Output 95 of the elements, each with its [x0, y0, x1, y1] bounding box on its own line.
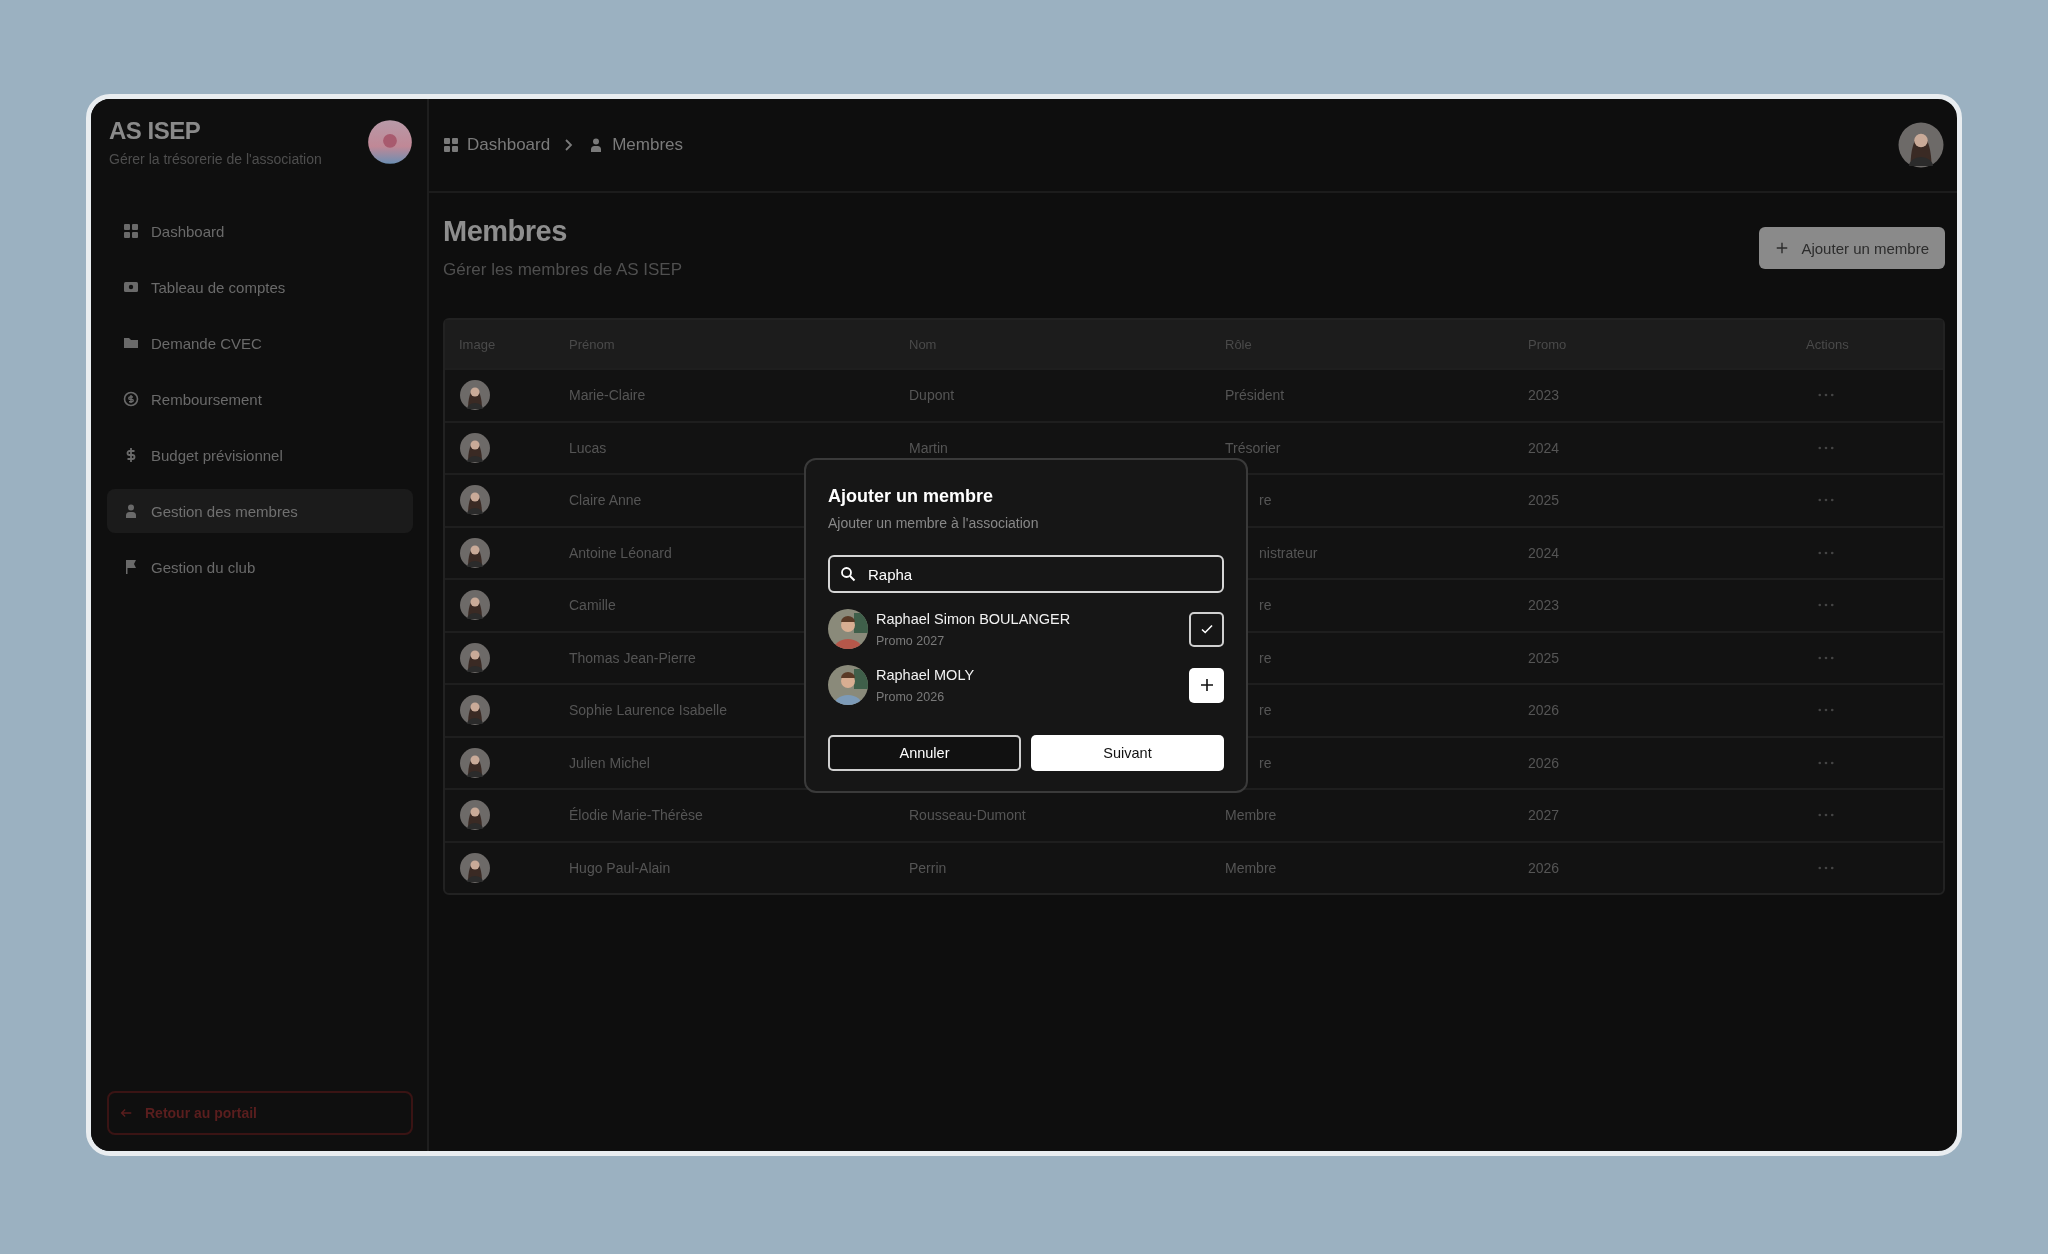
table-cell-text: re — [1258, 597, 1272, 614]
more-icon[interactable] — [1818, 550, 1834, 555]
avatar-icon — [1897, 121, 1945, 169]
more-icon[interactable] — [1818, 498, 1834, 503]
table-cell: Membre — [1225, 859, 1277, 876]
table-cell: Claire Anne — [569, 492, 642, 509]
table-cell-text: re — [1258, 754, 1272, 771]
sidebar-item[interactable]: Demande CVEC — [107, 321, 413, 365]
table-cell: Marie-Claire — [569, 387, 646, 404]
more-icon[interactable] — [1818, 813, 1834, 818]
table-cell: Antoine Léonard — [569, 544, 672, 561]
avatar-icon — [459, 589, 491, 622]
more-icon[interactable] — [1818, 603, 1834, 608]
table-cell-text: 2023 — [1528, 597, 1561, 614]
table-cell-text: 2025 — [1528, 649, 1561, 666]
avatar-icon — [459, 641, 491, 674]
selected-checkbox[interactable] — [1189, 611, 1224, 647]
grid-icon — [443, 137, 459, 153]
table-cell: Dupont — [909, 387, 955, 404]
dialog-subtitle: Ajouter un membre à l'association — [828, 515, 1040, 531]
avatar-icon — [828, 609, 868, 649]
flag-icon — [123, 559, 139, 575]
table-cell: Perrin — [909, 859, 947, 876]
table-cell-text: nistrateur — [1258, 544, 1318, 561]
table-cell: Sophie Laurence Isabelle — [569, 702, 727, 719]
member-name: Raphael MOLY — [876, 666, 976, 683]
add-button[interactable] — [1189, 667, 1224, 703]
refund-icon — [123, 391, 139, 407]
page-subtitle: Gérer les membres de AS ISEP — [443, 260, 683, 280]
table-cell-text: 2024 — [1528, 439, 1561, 456]
table-cell-text: 2024 — [1528, 544, 1561, 561]
sidebar-item[interactable]: Gestion des membres — [107, 489, 413, 533]
next-button[interactable]: Suivant — [1031, 735, 1224, 771]
table-cell: Rousseau-Dumont — [909, 807, 1026, 824]
table-cell-text: 2025 — [1528, 492, 1561, 509]
sidebar-item[interactable]: Gestion du club — [107, 545, 413, 589]
table-cell: Camille — [569, 597, 616, 614]
app-subtitle: Gérer la trésorerie de l'association — [109, 151, 322, 167]
table-cell-text: re — [1258, 702, 1272, 719]
plus-icon — [1775, 241, 1790, 255]
avatar-icon — [459, 799, 491, 832]
grid-icon — [123, 223, 139, 239]
search-icon — [840, 566, 856, 582]
avatar-icon — [459, 379, 491, 412]
cancel-button[interactable]: Annuler — [828, 735, 1021, 771]
table-cell-text: 2027 — [1528, 807, 1561, 824]
more-icon[interactable] — [1818, 393, 1834, 398]
add-member-button[interactable]: Ajouter un membre — [1759, 227, 1945, 269]
table-cell-text: 2026 — [1528, 702, 1561, 719]
sidebar-item[interactable]: Dashboard — [107, 209, 413, 253]
logo-icon — [367, 119, 413, 165]
avatar-icon — [828, 665, 868, 705]
avatar-icon — [459, 851, 491, 884]
more-icon[interactable] — [1818, 445, 1834, 450]
table-cell: Thomas Jean-Pierre — [569, 649, 696, 666]
folder-icon — [123, 335, 139, 351]
avatar-icon — [459, 536, 491, 569]
sidebar-item[interactable]: Tableau de comptes — [107, 265, 413, 309]
more-icon[interactable] — [1818, 760, 1834, 765]
arrow-left-icon — [119, 1106, 133, 1120]
table-cell: Trésorier — [1225, 439, 1281, 456]
table-cell: Membre — [1225, 807, 1277, 824]
table-cell: Julien Michel — [569, 754, 650, 771]
plus-icon — [1198, 677, 1215, 693]
more-icon[interactable] — [1818, 655, 1834, 660]
app-title: AS ISEP — [109, 117, 202, 145]
more-icon[interactable] — [1818, 708, 1834, 713]
table-cell: Élodie Marie-Thérèse — [569, 807, 703, 824]
table-cell-text: re — [1258, 492, 1272, 509]
sidebar-item[interactable]: Remboursement — [107, 377, 413, 421]
breadcrumb-link[interactable]: Dashboard — [443, 135, 551, 155]
table-cell-text: 2023 — [1528, 387, 1561, 404]
search-field[interactable]: Rapha — [828, 555, 1224, 593]
member-name: Raphael Simon BOULANGER — [876, 610, 1072, 627]
avatar-icon — [459, 746, 491, 779]
table-cell: Président — [1225, 387, 1285, 404]
sidebar-item[interactable]: Budget prévisionnel — [107, 433, 413, 477]
table-cell-text: re — [1258, 649, 1272, 666]
dialog-title: Ajouter un membre — [828, 486, 995, 507]
table-cell-text: 2026 — [1528, 859, 1561, 876]
member-promo: Promo 2027 — [876, 633, 946, 648]
table-cell: Lucas — [569, 439, 607, 456]
page-title: Membres — [443, 215, 568, 248]
avatar-icon — [459, 484, 491, 517]
table-cell: Hugo Paul-Alain — [569, 859, 671, 876]
avatar-icon — [459, 694, 491, 727]
more-icon[interactable] — [1818, 865, 1834, 870]
table-cell-text: 2026 — [1528, 754, 1561, 771]
chevron-right-icon — [564, 137, 575, 153]
person-icon — [123, 503, 139, 519]
avatar-icon — [459, 431, 491, 464]
member-promo: Promo 2026 — [876, 689, 946, 704]
table-cell: Martin — [909, 439, 948, 456]
banknote-icon — [123, 279, 139, 295]
breadcrumb-link[interactable]: Membres — [588, 135, 684, 155]
